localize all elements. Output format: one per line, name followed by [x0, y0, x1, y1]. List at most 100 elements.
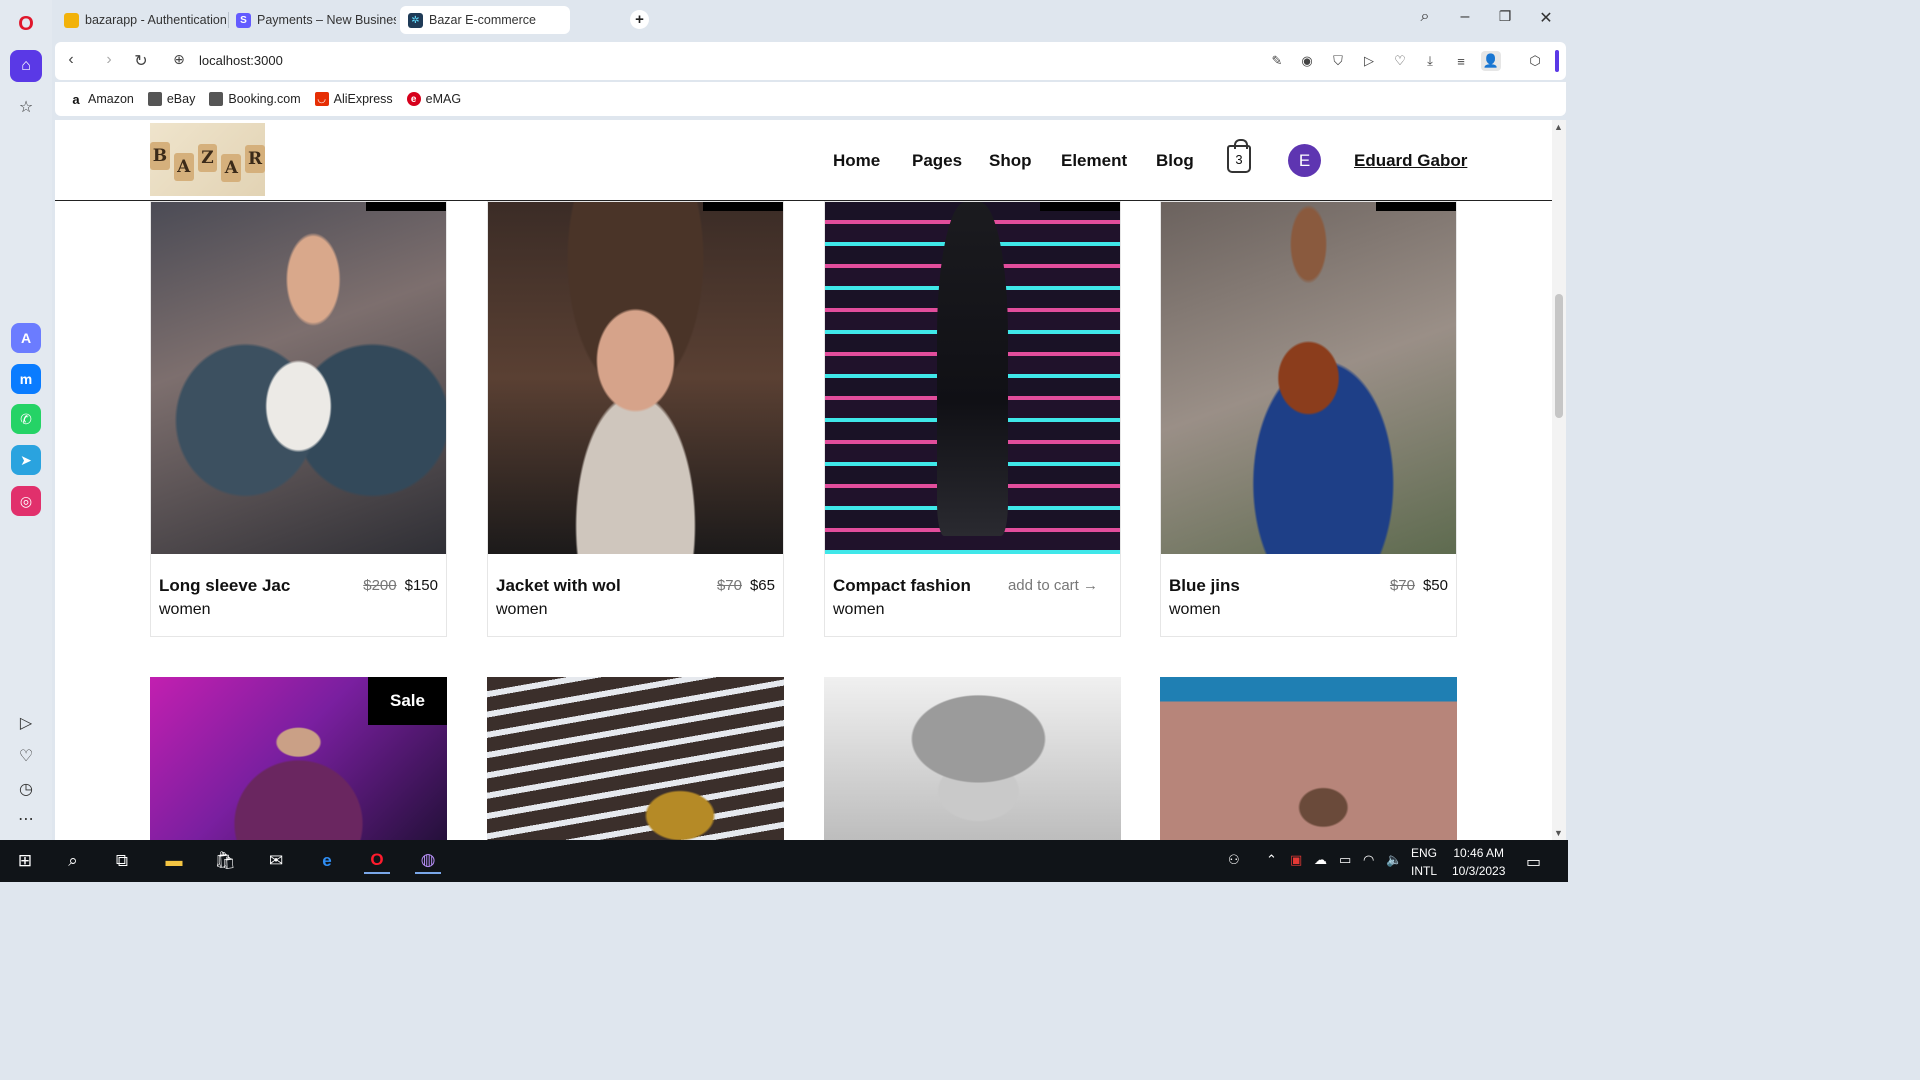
profile-icon[interactable]: 👤: [1481, 51, 1501, 71]
tab-bazar-ecommerce[interactable]: ✲ Bazar E-commerce: [400, 6, 570, 34]
product-image[interactable]: [1161, 202, 1456, 554]
restore-icon[interactable]: ❐: [1493, 8, 1517, 25]
forward-icon[interactable]: ›: [99, 51, 119, 69]
product-image[interactable]: [487, 677, 784, 840]
product-card[interactable]: Compact fashion women add to cart →: [824, 201, 1121, 637]
people-icon[interactable]: ⚇: [1228, 852, 1240, 868]
onedrive-icon[interactable]: ☁: [1314, 852, 1327, 868]
product-card[interactable]: [824, 677, 1121, 840]
search-icon[interactable]: ⌕: [60, 848, 86, 874]
product-price: $200 $150: [363, 577, 438, 594]
extensions-icon[interactable]: ⬡: [1525, 51, 1545, 71]
page-viewport: B A Z A R Home Pages Shop Element Blog 3…: [55, 120, 1566, 840]
mail-icon[interactable]: ✉: [263, 848, 289, 874]
product-category: women: [496, 601, 548, 618]
product-card[interactable]: Sale: [150, 677, 447, 840]
product-card[interactable]: Blue jins women $70 $50: [1160, 201, 1457, 637]
tray-chevron-icon[interactable]: ⌃: [1266, 852, 1277, 868]
snapshot-edit-icon[interactable]: ✎: [1267, 51, 1287, 71]
product-image[interactable]: Sale: [150, 677, 447, 840]
clock[interactable]: 10:46 AM 10/3/2023: [1452, 844, 1505, 880]
product-old-price: $200: [363, 577, 397, 594]
opera-taskbar-icon[interactable]: O: [364, 848, 390, 874]
tab-bazarapp[interactable]: bazarapp - Authentication: [56, 6, 226, 34]
product-name[interactable]: Compact fashion: [833, 576, 971, 596]
product-image[interactable]: [488, 202, 783, 554]
page-scrollbar[interactable]: ▲ ▼: [1552, 120, 1566, 840]
wifi-icon[interactable]: ◠: [1363, 852, 1374, 868]
whatsapp-icon[interactable]: ✆: [11, 404, 41, 434]
product-image[interactable]: [1160, 677, 1457, 840]
messenger-icon[interactable]: m: [11, 364, 41, 394]
nav-shop[interactable]: Shop: [989, 151, 1032, 171]
nav-blog[interactable]: Blog: [1156, 151, 1194, 171]
product-image[interactable]: [151, 202, 446, 554]
history-icon[interactable]: ◷: [10, 773, 42, 805]
product-image[interactable]: [825, 202, 1120, 554]
new-tab-button[interactable]: +: [630, 10, 649, 29]
product-image[interactable]: [824, 677, 1121, 840]
url-field[interactable]: localhost:3000: [199, 53, 283, 68]
notifications-icon[interactable]: ▭: [1526, 852, 1541, 872]
heart-icon[interactable]: ♡: [10, 740, 42, 772]
scroll-thumb[interactable]: [1555, 294, 1563, 418]
product-name[interactable]: Jacket with wol: [496, 576, 621, 596]
telegram-icon[interactable]: ➤: [11, 445, 41, 475]
firebase-icon: [64, 12, 79, 28]
star-icon[interactable]: ☆: [10, 91, 42, 123]
shield-icon[interactable]: ⛉: [1328, 51, 1348, 71]
nav-pages[interactable]: Pages: [912, 151, 962, 171]
scroll-down-icon[interactable]: ▼: [1554, 828, 1563, 838]
instagram-icon[interactable]: ◎: [11, 486, 41, 516]
camera-icon[interactable]: ◉: [1297, 51, 1317, 71]
product-category: women: [833, 601, 885, 618]
product-card[interactable]: [1160, 677, 1457, 840]
product-name[interactable]: Blue jins: [1169, 576, 1240, 596]
bookmark-aliexpress[interactable]: ◡ AliExpress: [314, 92, 393, 106]
bookmark-amazon[interactable]: a Amazon: [69, 92, 133, 107]
task-view-icon[interactable]: ⧉: [109, 848, 135, 874]
user-name-link[interactable]: Eduard Gabor: [1354, 151, 1467, 171]
language-indicator[interactable]: ENG INTL: [1411, 844, 1437, 880]
opera-logo-icon[interactable]: O: [10, 8, 42, 40]
back-icon[interactable]: ‹: [61, 51, 81, 69]
tab-payments[interactable]: S Payments – New Business: [228, 6, 396, 34]
bookmark-booking[interactable]: Booking.com: [209, 92, 301, 106]
bookmark-emag[interactable]: e eMAG: [406, 92, 461, 106]
bazar-logo[interactable]: B A Z A R: [150, 123, 265, 196]
download-icon[interactable]: ⤓: [1420, 51, 1440, 71]
more-icon[interactable]: ⋯: [10, 803, 42, 835]
reload-icon[interactable]: ↻: [131, 51, 151, 71]
add-to-cart-link[interactable]: add to cart →: [1008, 577, 1098, 594]
nav-home[interactable]: Home: [833, 151, 880, 171]
send-icon[interactable]: ▷: [1359, 51, 1379, 71]
favorites-icon[interactable]: ♡: [1390, 51, 1410, 71]
close-icon[interactable]: ✕: [1534, 8, 1558, 28]
github-desktop-icon[interactable]: ◍: [415, 848, 441, 874]
player-icon[interactable]: ▷: [10, 707, 42, 739]
search-tabs-icon[interactable]: ⌕: [1413, 8, 1437, 26]
volume-icon[interactable]: 🔈: [1386, 852, 1402, 868]
product-name[interactable]: Long sleeve Jac: [159, 576, 290, 596]
file-explorer-icon[interactable]: ▬: [161, 848, 187, 874]
battery-icon[interactable]: ▭: [1339, 852, 1351, 868]
product-info: Blue jins women $70 $50: [1161, 554, 1456, 636]
product-card[interactable]: [487, 677, 784, 840]
aria-icon[interactable]: A: [11, 323, 41, 353]
document-icon: [209, 92, 224, 106]
minimize-icon[interactable]: –: [1453, 8, 1477, 26]
product-card[interactable]: Long sleeve Jac women $200 $150: [150, 201, 447, 637]
edge-icon[interactable]: e: [314, 848, 340, 874]
product-card[interactable]: Jacket with wol women $70 $65: [487, 201, 784, 637]
logo-letter: A: [221, 153, 242, 182]
avatar[interactable]: E: [1288, 144, 1321, 177]
cart-button[interactable]: 3: [1227, 139, 1251, 173]
store-icon[interactable]: 🛍: [212, 848, 238, 874]
nav-element[interactable]: Element: [1061, 151, 1127, 171]
windows-start-icon[interactable]: ⊞: [12, 848, 38, 874]
scroll-up-icon[interactable]: ▲: [1554, 122, 1563, 132]
home-icon[interactable]: ⌂: [10, 50, 42, 82]
easy-setup-icon[interactable]: ≡: [1451, 51, 1471, 71]
bookmark-ebay[interactable]: eBay: [147, 92, 195, 106]
antivirus-icon[interactable]: ▣: [1290, 852, 1302, 868]
